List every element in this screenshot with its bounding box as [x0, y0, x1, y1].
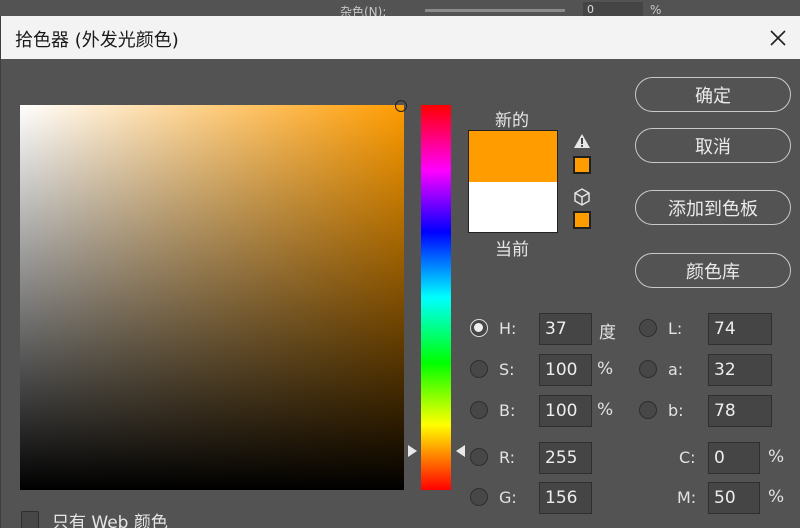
hue-slider-right-arrow[interactable] — [456, 445, 465, 457]
dialog-title: 拾色器 (外发光颜色) — [15, 30, 179, 51]
cyan-input[interactable]: 0 — [708, 442, 760, 474]
web-safe-color-swatch[interactable] — [573, 211, 591, 229]
close-button[interactable] — [755, 16, 800, 59]
lab-b-label: b: — [668, 401, 684, 420]
lab-b-input[interactable]: 78 — [708, 395, 772, 427]
noise-unit: % — [650, 3, 662, 17]
color-field-cursor[interactable] — [395, 100, 407, 112]
lab-a-label: a: — [668, 360, 684, 379]
saturation-unit: % — [597, 359, 614, 379]
color-libraries-button[interactable]: 颜色库 — [635, 253, 791, 288]
color-field[interactable] — [20, 105, 404, 490]
green-radio[interactable] — [470, 488, 488, 506]
lab-b-radio[interactable] — [639, 401, 657, 419]
cyan-unit: % — [768, 447, 785, 467]
new-color-label: 新的 — [495, 111, 529, 131]
saturation-label: S: — [499, 360, 515, 379]
brightness-unit: % — [597, 400, 614, 420]
background-panel: 杂色(N): 0 % — [0, 0, 800, 19]
out-of-gamut-warning-icon[interactable] — [573, 133, 591, 149]
green-label: G: — [499, 488, 517, 507]
add-to-swatches-button[interactable]: 添加到色板 — [635, 190, 791, 225]
green-input[interactable]: 156 — [539, 482, 592, 514]
web-safe-cube-icon[interactable] — [573, 188, 591, 206]
magenta-input[interactable]: 50 — [708, 482, 760, 514]
noise-slider[interactable] — [425, 9, 565, 12]
brightness-input[interactable]: 100 — [539, 395, 592, 427]
current-color-swatch[interactable] — [468, 182, 558, 233]
red-radio[interactable] — [470, 448, 488, 466]
hue-unit: 度 — [599, 323, 616, 343]
hue-radio[interactable] — [470, 319, 488, 337]
red-label: R: — [499, 448, 516, 467]
brightness-label: B: — [499, 401, 516, 420]
cancel-button[interactable]: 取消 — [635, 128, 791, 163]
magenta-unit: % — [768, 487, 785, 507]
gamut-color-swatch[interactable] — [573, 156, 591, 174]
lab-l-label: L: — [668, 319, 683, 338]
magenta-label: M: — [677, 488, 697, 507]
hue-input[interactable]: 37 — [539, 313, 592, 345]
lab-l-radio[interactable] — [639, 319, 657, 337]
saturation-input[interactable]: 100 — [539, 354, 592, 386]
lab-l-input[interactable]: 74 — [708, 313, 772, 345]
color-picker-dialog: 拾色器 (外发光颜色) 新的 当前 确定 取消 添加到色板 颜色库 H: 37 … — [0, 16, 800, 528]
lab-a-input[interactable]: 32 — [708, 354, 772, 386]
hue-label: H: — [499, 319, 517, 338]
web-colors-only-label: 只有 Web 颜色 — [52, 513, 168, 528]
cyan-label: C: — [679, 448, 696, 467]
new-color-swatch — [468, 130, 558, 182]
noise-input[interactable]: 0 — [583, 2, 643, 16]
dialog-titlebar: 拾色器 (外发光颜色) — [1, 16, 800, 59]
current-color-label: 当前 — [495, 240, 529, 260]
lab-a-radio[interactable] — [639, 360, 657, 378]
brightness-radio[interactable] — [470, 401, 488, 419]
hue-slider-left-arrow[interactable] — [408, 445, 417, 457]
web-colors-only-checkbox[interactable] — [21, 511, 39, 528]
red-input[interactable]: 255 — [539, 442, 592, 474]
hue-slider[interactable] — [421, 105, 451, 490]
ok-button[interactable]: 确定 — [635, 77, 791, 112]
close-icon — [770, 29, 786, 46]
saturation-radio[interactable] — [470, 360, 488, 378]
